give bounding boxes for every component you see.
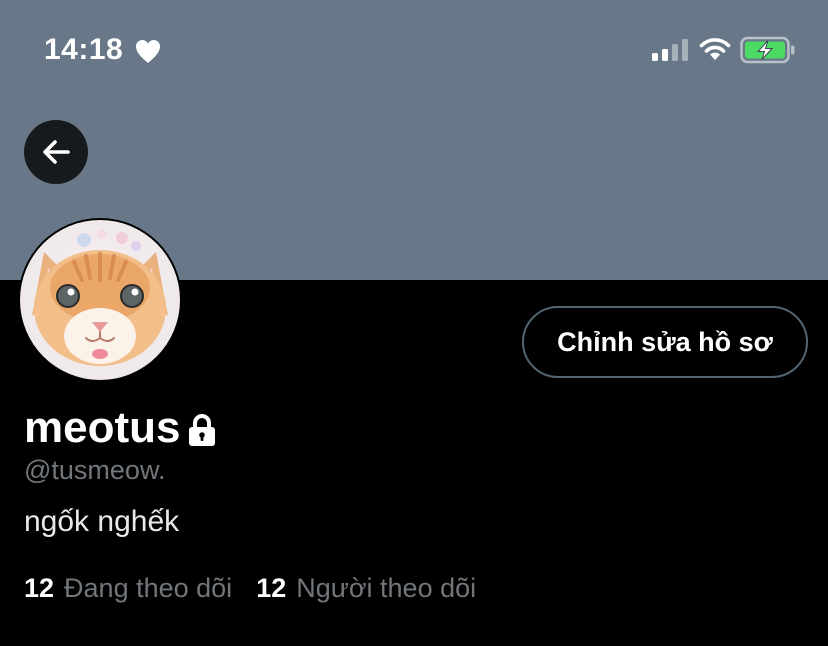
display-name: meotus <box>24 403 181 452</box>
back-button[interactable] <box>24 120 88 184</box>
profile-screen: 14:18 Chỉnh sửa hồ sơ meotus @tusmeow. n… <box>0 0 828 646</box>
followers-label: Người theo dõi <box>296 573 477 603</box>
status-bar: 14:18 <box>0 0 828 100</box>
following-label: Đang theo dõi <box>64 573 233 603</box>
follow-stats: 12 Đang theo dõi 12 Người theo dõi <box>24 570 476 606</box>
followers-count: 12 <box>256 573 287 603</box>
lock-icon <box>189 414 216 446</box>
following-stat[interactable]: 12 Đang theo dõi <box>24 570 232 606</box>
user-handle: @tusmeow. <box>24 455 166 485</box>
heart-icon <box>136 40 160 63</box>
followers-stat[interactable]: 12 Người theo dõi <box>256 570 476 606</box>
display-name-row: meotus <box>24 400 218 456</box>
avatar[interactable] <box>18 218 182 382</box>
wifi-icon <box>699 38 731 60</box>
edit-profile-button[interactable]: Chỉnh sửa hồ sơ <box>522 306 808 378</box>
cellular-signal-icon <box>652 39 688 61</box>
status-time: 14:18 <box>44 33 124 66</box>
following-count: 12 <box>24 573 55 603</box>
kitten-avatar-image <box>19 219 181 381</box>
arrow-left-icon <box>43 140 70 164</box>
profile-bio: ngốk nghếk <box>24 505 180 538</box>
battery-charging-icon <box>740 36 795 64</box>
